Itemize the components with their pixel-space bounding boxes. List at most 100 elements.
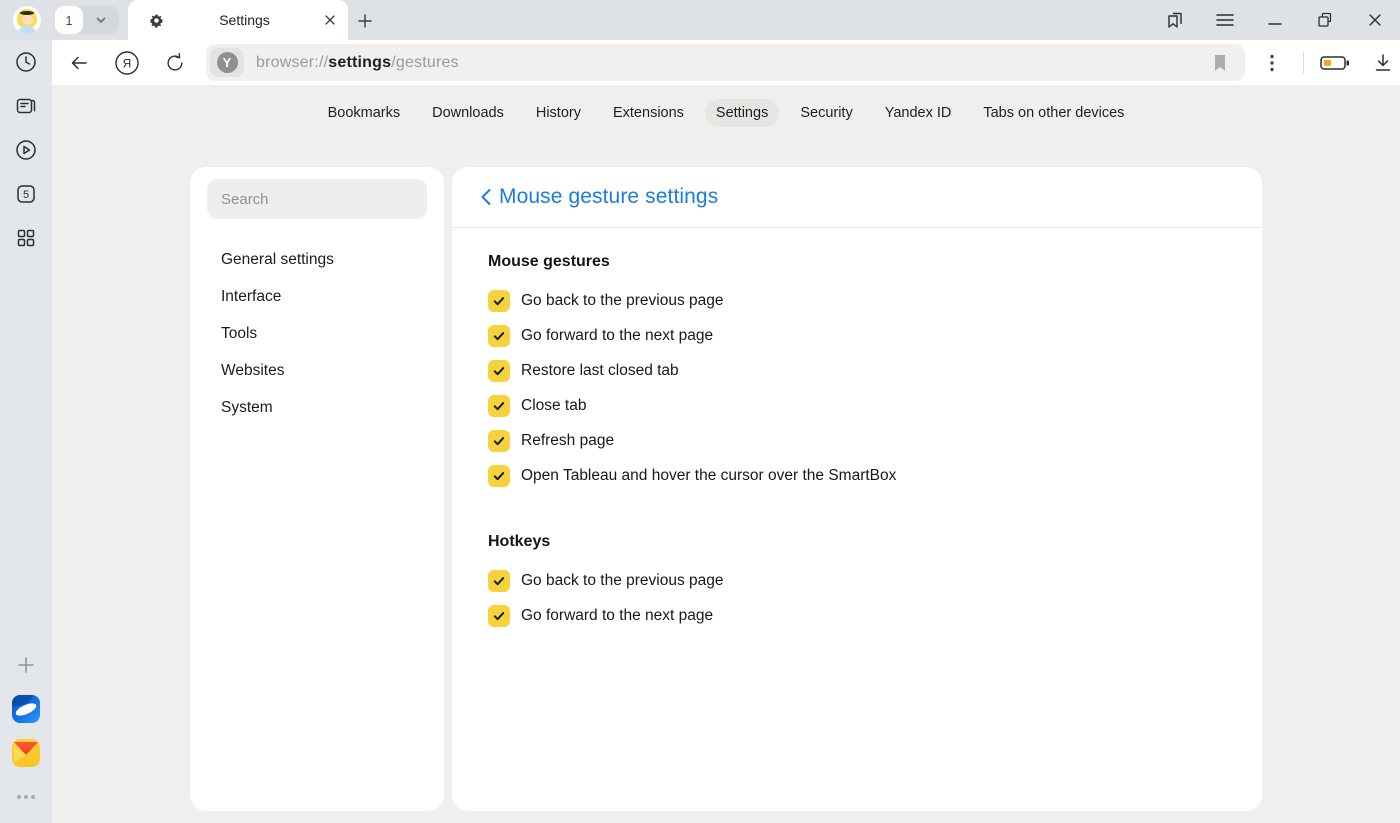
checkbox-label: Go forward to the next page — [521, 327, 713, 345]
tab-count-badge[interactable]: 1 — [55, 6, 83, 34]
toolbar-divider — [1303, 52, 1304, 74]
nav-tab-other-devices[interactable]: Tabs on other devices — [972, 99, 1135, 127]
yandex-search-icon[interactable]: Я — [110, 46, 144, 80]
nav-tab-settings[interactable]: Settings — [705, 99, 779, 127]
side-panel-top: 5 — [8, 44, 44, 256]
checkbox-label: Open Tableau and hover the cursor over t… — [521, 467, 896, 485]
downloads-icon[interactable] — [1366, 46, 1400, 80]
avatar-art — [19, 26, 35, 34]
gesture-row: Open Tableau and hover the cursor over t… — [488, 458, 1226, 493]
nav-tab-downloads[interactable]: Downloads — [421, 99, 515, 127]
settings-panels: General settings Interface Tools Website… — [52, 167, 1400, 811]
checkbox-checked[interactable] — [488, 570, 510, 592]
search-input[interactable] — [207, 179, 427, 219]
mouse-gestures-section: Mouse gestures Go back to the previous p… — [488, 253, 1226, 493]
gear-icon — [148, 12, 165, 29]
settings-sidebar-items: General settings Interface Tools Website… — [207, 243, 427, 425]
bookmark-flag-icon[interactable] — [1205, 54, 1235, 72]
window-controls — [1164, 0, 1392, 40]
yandex-browser-app-icon[interactable] — [8, 691, 44, 727]
svg-text:5: 5 — [23, 189, 29, 201]
checkbox-checked[interactable] — [488, 430, 510, 452]
more-options-icon[interactable] — [1255, 46, 1289, 80]
mouse-gestures-list: Go back to the previous page Go forward … — [488, 283, 1226, 493]
hotkey-row: Go forward to the next page — [488, 598, 1226, 633]
gesture-row: Restore last closed tab — [488, 353, 1226, 388]
browser-toolbar: Я Y browser://settings/gestures — [52, 40, 1400, 85]
tab-counter[interactable]: 1 — [55, 6, 119, 34]
notes-icon[interactable] — [8, 88, 44, 124]
hotkeys-section: Hotkeys Go back to the previous page — [488, 533, 1226, 633]
checkbox-checked[interactable] — [488, 605, 510, 627]
checkbox-label: Refresh page — [521, 432, 614, 450]
settings-sidebar: General settings Interface Tools Website… — [190, 167, 444, 811]
restore-icon[interactable] — [1314, 9, 1336, 31]
url-text[interactable]: browser://settings/gestures — [256, 54, 1205, 72]
panel-more-icon[interactable] — [8, 779, 44, 815]
gesture-settings-panel: Mouse gesture settings Mouse gestures Go… — [452, 167, 1262, 811]
back-icon[interactable] — [62, 46, 96, 80]
reload-icon[interactable] — [158, 46, 192, 80]
panel-body: Mouse gestures Go back to the previous p… — [452, 228, 1262, 667]
gesture-row: Go forward to the next page — [488, 318, 1226, 353]
nav-tab-yandex-id[interactable]: Yandex ID — [874, 99, 963, 127]
battery-icon[interactable] — [1318, 46, 1352, 80]
checkbox-checked[interactable] — [488, 325, 510, 347]
gesture-row: Go back to the previous page — [488, 283, 1226, 318]
nav-tab-history[interactable]: History — [525, 99, 592, 127]
page-title[interactable]: Mouse gesture settings — [499, 185, 718, 209]
yandex-browser-icon: Y — [217, 52, 238, 73]
video-play-icon[interactable] — [8, 132, 44, 168]
menu-icon[interactable] — [1214, 9, 1236, 31]
checkbox-label: Restore last closed tab — [521, 362, 679, 380]
nav-tab-extensions[interactable]: Extensions — [602, 99, 695, 127]
apps-grid-icon[interactable] — [8, 220, 44, 256]
sidebar-item-interface[interactable]: Interface — [207, 280, 427, 314]
sidebar-item-websites[interactable]: Websites — [207, 354, 427, 388]
checkbox-checked[interactable] — [488, 360, 510, 382]
hotkeys-list: Go back to the previous page Go forward … — [488, 563, 1226, 633]
sidebar-item-general[interactable]: General settings — [207, 243, 427, 277]
checkbox-checked[interactable] — [488, 465, 510, 487]
nav-tab-security[interactable]: Security — [789, 99, 863, 127]
panel-header: Mouse gesture settings — [452, 167, 1262, 228]
gesture-row: Refresh page — [488, 423, 1226, 458]
tab-title: Settings — [165, 12, 324, 28]
close-window-icon[interactable] — [1364, 9, 1386, 31]
checkbox-checked[interactable] — [488, 290, 510, 312]
url-domain: settings — [328, 54, 391, 71]
settings-nav-tabs: Bookmarks Downloads History Extensions S… — [52, 85, 1400, 141]
back-chevron-icon[interactable] — [473, 185, 497, 209]
side-panel-bottom — [8, 647, 44, 815]
browser-tab-settings[interactable]: Settings — [128, 0, 348, 40]
gesture-row: Close tab — [488, 388, 1226, 423]
yandex-mail-app-icon[interactable] — [8, 735, 44, 771]
new-tab-button[interactable] — [352, 8, 378, 34]
checkbox-label: Go back to the previous page — [521, 572, 724, 590]
section-heading: Hotkeys — [488, 533, 1226, 551]
minimize-icon[interactable] — [1264, 9, 1286, 31]
toolbar-right — [1255, 46, 1400, 80]
hotkey-row: Go back to the previous page — [488, 563, 1226, 598]
address-bar[interactable]: Y browser://settings/gestures — [206, 44, 1245, 81]
tab-groups-icon[interactable]: 5 — [8, 176, 44, 212]
svg-text:Я: Я — [123, 56, 132, 70]
settings-page: Bookmarks Downloads History Extensions S… — [52, 85, 1400, 823]
chevron-down-icon[interactable] — [83, 14, 119, 26]
history-clock-icon[interactable] — [8, 44, 44, 80]
tab-strip: 1 Settings — [0, 0, 1400, 40]
url-path: /gestures — [391, 54, 459, 71]
bookmarks-panel-icon[interactable] — [1164, 9, 1186, 31]
tab-close-icon[interactable] — [324, 14, 336, 26]
sidebar-item-system[interactable]: System — [207, 391, 427, 425]
checkbox-label: Close tab — [521, 397, 586, 415]
avatar-art — [22, 15, 33, 25]
site-badge[interactable]: Y — [210, 48, 244, 77]
profile-avatar[interactable] — [13, 6, 41, 34]
checkbox-checked[interactable] — [488, 395, 510, 417]
add-panel-item-icon[interactable] — [8, 647, 44, 683]
nav-tab-bookmarks[interactable]: Bookmarks — [317, 99, 412, 127]
sidebar-item-tools[interactable]: Tools — [207, 317, 427, 351]
section-heading: Mouse gestures — [488, 253, 1226, 271]
checkbox-label: Go forward to the next page — [521, 607, 713, 625]
